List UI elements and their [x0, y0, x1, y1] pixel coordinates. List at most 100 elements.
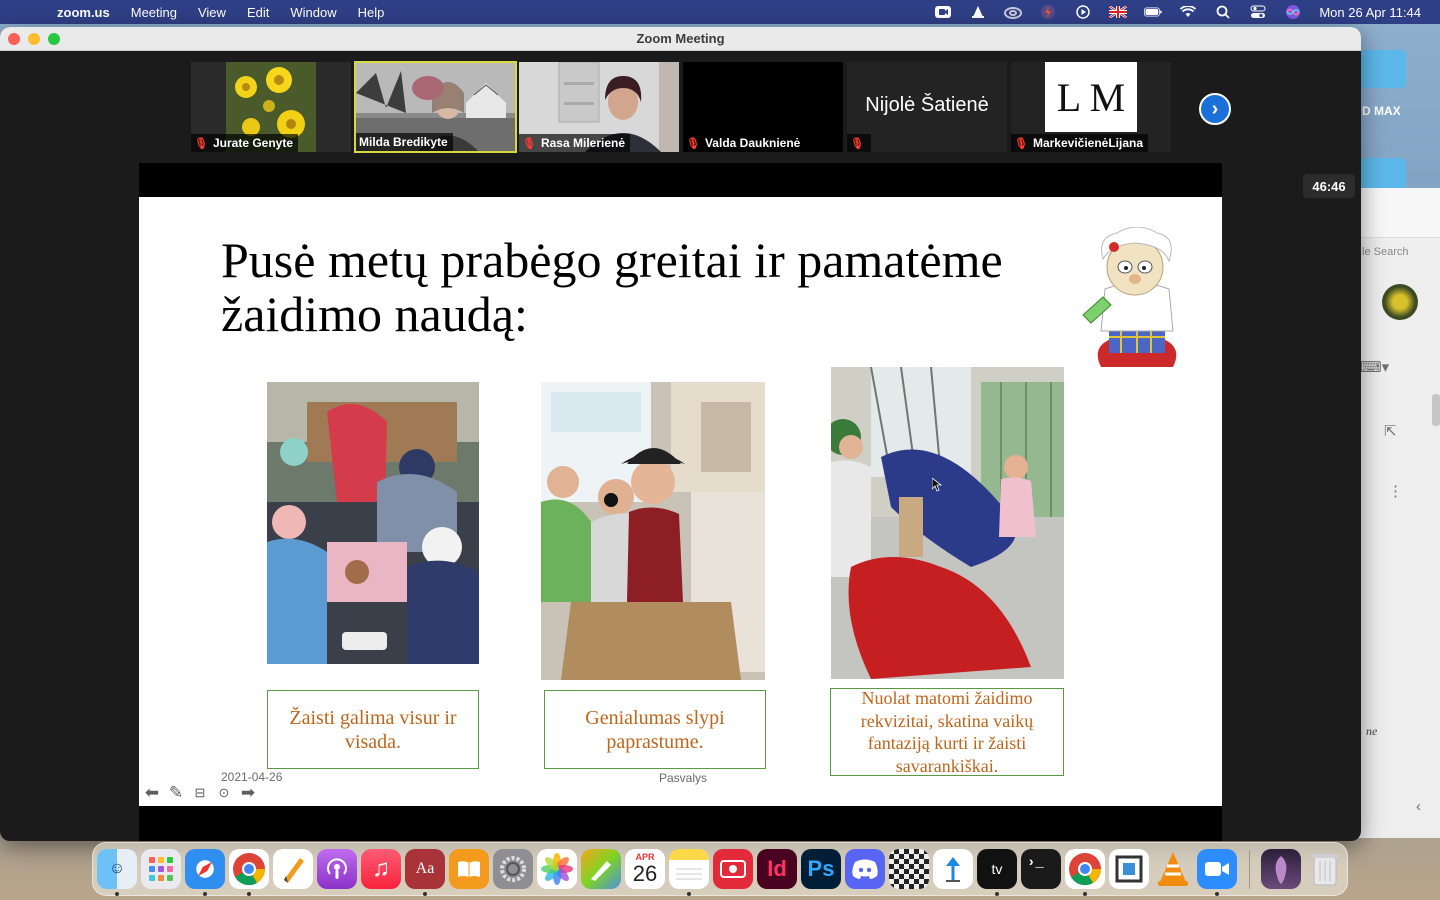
- trash-icon[interactable]: [1305, 849, 1345, 889]
- chrome-icon[interactable]: [229, 849, 269, 889]
- window-titlebar[interactable]: Zoom Meeting: [0, 27, 1361, 51]
- participant-name: Milda Bredikyte: [359, 135, 448, 149]
- slide-photo-fabric-play: [831, 367, 1064, 679]
- safari-icon[interactable]: [185, 849, 225, 889]
- participant-tile-nijole[interactable]: Nijolė Šatienė 🎙: [847, 62, 1007, 152]
- slide-footer-place: Pasvalys: [659, 771, 708, 785]
- participant-name-bar: 🎙 Valda Dauknienė: [683, 134, 806, 152]
- slide-title-line-1: Pusė metų prabėgo greitai ir pamatėme: [221, 232, 1003, 288]
- keyboard-icon[interactable]: ⌨▾: [1360, 358, 1389, 376]
- caption-box-2: Genialumas slypi paprastume.: [544, 690, 766, 769]
- chevron-left-icon[interactable]: ‹: [1416, 798, 1421, 815]
- preview-icon[interactable]: [1109, 849, 1149, 889]
- participant-name: Valda Dauknienė: [704, 136, 801, 150]
- calendar-icon[interactable]: APR 26: [625, 849, 665, 889]
- muted-mic-icon: 🎙: [194, 137, 208, 150]
- vlc-status-icon[interactable]: [969, 5, 987, 19]
- creative-cloud-icon[interactable]: [1004, 5, 1023, 19]
- shared-screen: Pusė metų prabėgo greitai ir pamatėme ža…: [139, 163, 1222, 841]
- battery-icon[interactable]: [1144, 5, 1162, 19]
- notes-icon[interactable]: [669, 849, 709, 889]
- participant-tile-lijana[interactable]: L M 🎙 MarkevičienėLijana: [1011, 62, 1171, 152]
- menu-view[interactable]: View: [198, 5, 226, 20]
- menu-meeting[interactable]: Meeting: [131, 5, 177, 20]
- flash-status-icon[interactable]: [1039, 5, 1057, 19]
- muted-mic-icon: 🎙: [1014, 137, 1028, 150]
- finder-icon[interactable]: ☺: [97, 849, 137, 889]
- dock-separator: [1249, 851, 1250, 889]
- participant-tile-valda[interactable]: 🎙 Valda Dauknienė: [683, 62, 843, 152]
- next-page-arrow-icon[interactable]: ›: [1199, 93, 1231, 125]
- slide-title-line-2: žaidimo naudą:: [221, 286, 528, 342]
- more-options-icon[interactable]: ⊙: [213, 783, 235, 803]
- downloads-stack-icon[interactable]: [1261, 849, 1301, 889]
- photos-icon[interactable]: [537, 849, 577, 889]
- running-indicator: [687, 892, 691, 896]
- participant-name: MarkevičienėLijana: [1032, 136, 1144, 150]
- participant-name-bar: 🎙 MarkevičienėLijana: [1011, 134, 1149, 152]
- zoom-window-button[interactable]: [48, 33, 60, 45]
- keynote-icon[interactable]: [933, 849, 973, 889]
- chrome-icon-2[interactable]: [1065, 849, 1105, 889]
- participant-avatar-initials: L M: [1045, 62, 1137, 132]
- muted-mic-icon: 🎙: [850, 137, 864, 150]
- desktop-folder-icon[interactable]: [1360, 50, 1406, 88]
- mouse-cursor-icon: [932, 478, 942, 492]
- discord-icon[interactable]: [845, 849, 885, 889]
- control-center-icon[interactable]: [1249, 5, 1267, 19]
- terminal-icon[interactable]: ›_: [1021, 849, 1061, 889]
- background-window-scrollbar[interactable]: [1432, 394, 1440, 426]
- flag-uk-icon[interactable]: [1109, 5, 1128, 19]
- meeting-timer: 46:46: [1303, 174, 1355, 198]
- menu-help[interactable]: Help: [358, 5, 385, 20]
- window-title: Zoom Meeting: [636, 31, 725, 46]
- zoom-app-icon[interactable]: [1197, 849, 1237, 889]
- siri-icon[interactable]: [1284, 5, 1302, 19]
- play-status-icon[interactable]: [1074, 5, 1092, 19]
- menu-app-zoom[interactable]: zoom.us: [57, 5, 110, 20]
- pen-icon[interactable]: ✎: [165, 783, 187, 803]
- slide-footer-date: 2021-04-26: [221, 770, 283, 784]
- participant-tile-rasa[interactable]: 🎙 Rasa Milerienė: [519, 62, 679, 152]
- chess-icon[interactable]: [889, 849, 929, 889]
- spotlight-search-icon[interactable]: [1214, 5, 1232, 19]
- menu-window[interactable]: Window: [290, 5, 336, 20]
- open-external-icon[interactable]: ⇱: [1384, 422, 1397, 440]
- photoshop-icon[interactable]: Ps: [801, 849, 841, 889]
- zoom-status-icon[interactable]: [934, 5, 952, 19]
- pixelmator-icon[interactable]: [581, 849, 621, 889]
- zoom-meeting-window: Zoom Meeting 🎙 Jurate Genyte Milda Bredi…: [0, 27, 1361, 841]
- next-slide-arrow-icon[interactable]: ➡: [237, 783, 259, 803]
- indesign-icon[interactable]: Id: [757, 849, 797, 889]
- wifi-icon[interactable]: [1179, 5, 1197, 19]
- launchpad-icon[interactable]: [141, 849, 181, 889]
- participant-tile-milda[interactable]: Milda Bredikyte: [354, 61, 517, 153]
- minimize-window-button[interactable]: [28, 33, 40, 45]
- participant-name-bar: 🎙 Jurate Genyte: [191, 134, 299, 152]
- apple-tv-icon[interactable]: tv: [977, 849, 1017, 889]
- previous-slide-arrow-icon[interactable]: ⬅: [141, 783, 163, 803]
- photo-booth-icon[interactable]: [713, 849, 753, 889]
- background-browser-window[interactable]: le Search ⌨▾ ⇱ ⋮ ne ‹: [1348, 188, 1440, 838]
- dock: ☺ ♫ Aa APR 26 Id Ps tv ›_: [92, 842, 1348, 896]
- menubar-clock[interactable]: Mon 26 Apr 11:44: [1319, 5, 1421, 20]
- running-indicator: [995, 892, 999, 896]
- system-preferences-icon[interactable]: [493, 849, 533, 889]
- books-icon[interactable]: [449, 849, 489, 889]
- vlc-icon[interactable]: [1153, 849, 1193, 889]
- more-vertical-icon[interactable]: ⋮: [1388, 482, 1403, 500]
- menu-edit[interactable]: Edit: [247, 5, 269, 20]
- muted-mic-icon: 🎙: [686, 137, 700, 150]
- participant-display-name: Nijolė Šatienė: [865, 94, 989, 116]
- slide-title: Pusė metų prabėgo greitai ir pamatėme ža…: [221, 233, 1061, 341]
- participant-tile-jurate[interactable]: 🎙 Jurate Genyte: [191, 62, 351, 152]
- background-window-search[interactable]: le Search: [1362, 246, 1408, 258]
- running-indicator: [423, 892, 427, 896]
- podcasts-icon[interactable]: [317, 849, 357, 889]
- dictionary-icon[interactable]: Aa: [405, 849, 445, 889]
- slide-menu-icon[interactable]: ⊟: [189, 783, 211, 803]
- music-icon[interactable]: ♫: [361, 849, 401, 889]
- close-window-button[interactable]: [8, 33, 20, 45]
- pages-icon[interactable]: [273, 849, 313, 889]
- avatar[interactable]: [1382, 284, 1418, 320]
